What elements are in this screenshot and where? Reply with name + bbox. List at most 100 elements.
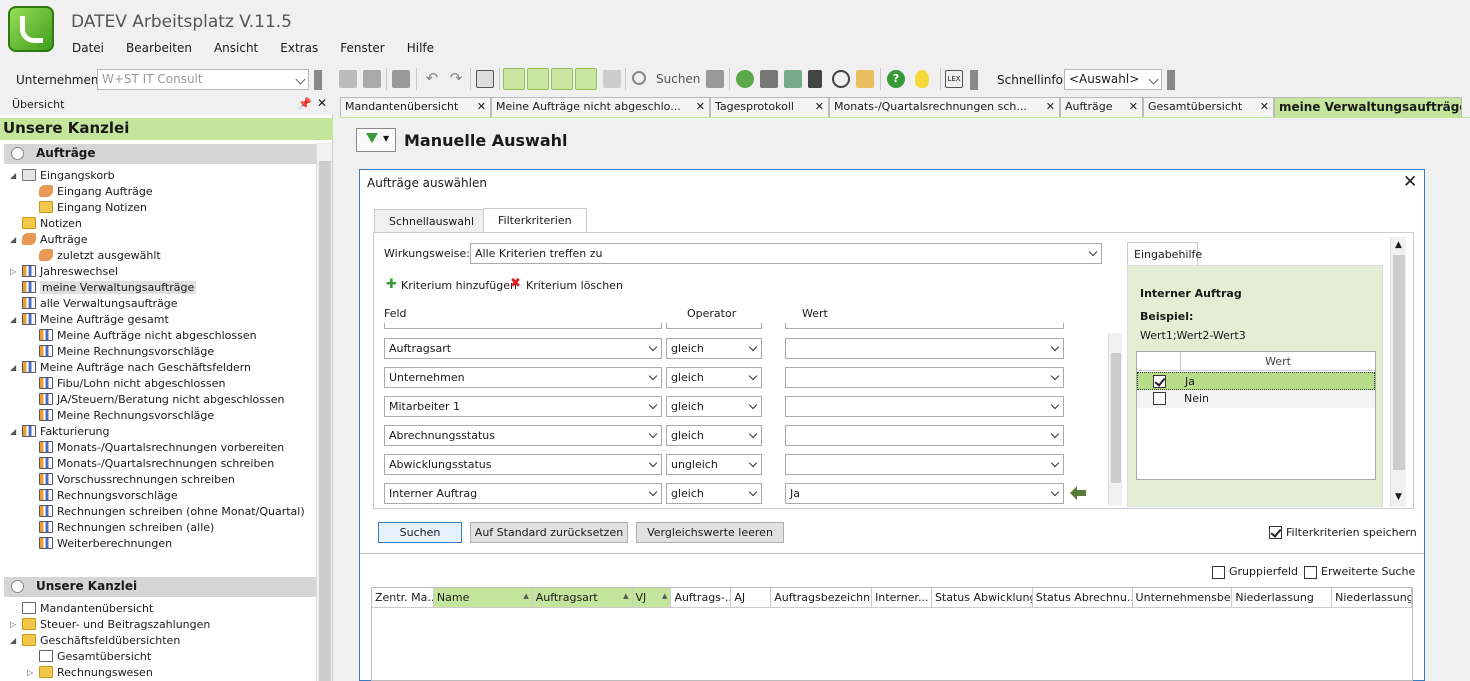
tree-item[interactable]: Fibu/Lohn nicht abgeschlossen bbox=[10, 375, 315, 391]
grid-column-header[interactable]: Interner... bbox=[872, 588, 932, 607]
expander-icon[interactable]: ▷ bbox=[10, 620, 22, 629]
tree-view-icon[interactable] bbox=[503, 68, 525, 90]
close-icon[interactable]: ✕ bbox=[317, 96, 327, 110]
new-document-icon[interactable] bbox=[339, 70, 357, 88]
help-scrollbar[interactable]: ▲ ▼ bbox=[1390, 237, 1406, 507]
menu-ansicht[interactable]: Ansicht bbox=[214, 41, 258, 55]
copy-icon[interactable] bbox=[476, 70, 494, 88]
tree-item[interactable]: Monats-/Quartalsrechnungen vorbereiten bbox=[10, 439, 315, 455]
grid-column-header[interactable]: Auftragsbezeichn... bbox=[771, 588, 873, 607]
left-scrollbar[interactable] bbox=[316, 143, 332, 681]
scrollbar-thumb[interactable] bbox=[1111, 353, 1121, 483]
grid-column-header[interactable]: Status Abwicklung bbox=[932, 588, 1033, 607]
expander-icon[interactable]: ◢ bbox=[10, 636, 22, 645]
operator-combo[interactable]: gleich bbox=[666, 338, 762, 359]
toolbar-grip-icon[interactable] bbox=[314, 70, 322, 90]
refresh-icon[interactable] bbox=[736, 70, 754, 88]
tab-schnellauswahl[interactable]: Schnellauswahl bbox=[374, 209, 490, 233]
close-tab-icon[interactable]: ✕ bbox=[696, 100, 705, 113]
save-filter-checkbox[interactable] bbox=[1269, 526, 1282, 539]
dialog-close-button[interactable]: ✕ bbox=[1403, 172, 1417, 192]
grid-column-header[interactable]: Niederlassung bbox=[1232, 588, 1333, 607]
group-kanzlei-header[interactable]: Unsere Kanzlei bbox=[4, 577, 316, 597]
tree-item[interactable]: ▷ Jahreswechsel bbox=[10, 263, 315, 279]
tree-item[interactable]: Meine Rechnungsvorschläge bbox=[10, 407, 315, 423]
operator-combo[interactable]: gleich bbox=[666, 367, 762, 388]
wert-combo[interactable]: Ja bbox=[785, 483, 1064, 504]
lightbulb-icon[interactable] bbox=[915, 70, 929, 88]
stopwatch-icon[interactable] bbox=[832, 70, 850, 88]
lexinform-icon[interactable]: LEX bbox=[945, 70, 963, 88]
grid-column-header[interactable]: AJ bbox=[731, 588, 772, 607]
save-icon[interactable] bbox=[363, 70, 381, 88]
wert-combo[interactable] bbox=[785, 425, 1064, 446]
criteria-scrollbar[interactable] bbox=[1108, 333, 1122, 505]
tab-eingabehilfe[interactable]: Eingabehilfe bbox=[1127, 242, 1202, 266]
tree-item[interactable]: Weiterberechnungen bbox=[10, 535, 315, 551]
menu-extras[interactable]: Extras bbox=[280, 41, 318, 55]
close-tab-icon[interactable]: ✕ bbox=[815, 100, 824, 113]
checkbox-nein[interactable] bbox=[1153, 392, 1166, 405]
close-tab-icon[interactable]: ✕ bbox=[1129, 100, 1138, 113]
delete-criterion-button[interactable]: Kriterium löschen bbox=[526, 279, 623, 292]
grid-column-header[interactable]: VJ ▲ bbox=[632, 588, 672, 607]
reset-default-button[interactable]: Auf Standard zurücksetzen bbox=[470, 522, 628, 543]
chevron-collapse-icon[interactable] bbox=[11, 580, 24, 593]
scroll-up-icon[interactable]: ▲ bbox=[1395, 240, 1402, 250]
close-tab-icon[interactable]: ✕ bbox=[1046, 100, 1055, 113]
operator-combo[interactable]: ungleich bbox=[666, 454, 762, 475]
grid-column-header[interactable]: Name ▲ bbox=[433, 588, 533, 607]
tree-item[interactable]: Meine Aufträge nicht abgeschlossen bbox=[10, 327, 315, 343]
details-icon[interactable] bbox=[603, 70, 621, 88]
calculator-icon[interactable] bbox=[808, 70, 822, 88]
extended-search-checkbox[interactable] bbox=[1304, 566, 1317, 579]
menu-bearbeiten[interactable]: Bearbeiten bbox=[126, 41, 192, 55]
toolbar-grip-icon[interactable] bbox=[970, 70, 978, 90]
tree-item[interactable]: ◢ Aufträge bbox=[10, 231, 315, 247]
expander-icon[interactable]: ◢ bbox=[10, 235, 22, 244]
filter-button[interactable]: ▼ bbox=[356, 128, 396, 152]
tree-item[interactable]: Mandantenübersicht bbox=[10, 600, 315, 616]
grid-column-header[interactable]: Auftragsart ▲ bbox=[532, 588, 633, 607]
menu-datei[interactable]: Datei bbox=[72, 41, 104, 55]
tab-document[interactable]: meine Verwaltungsaufträge bbox=[1274, 97, 1462, 117]
grid-column-header[interactable]: Niederlassungs bbox=[1332, 588, 1412, 607]
tree-item[interactable]: meine Verwaltungsaufträge bbox=[10, 279, 315, 295]
tab-document[interactable]: Meine Aufträge nicht abgeschlo... ✕ bbox=[491, 97, 710, 117]
schnellinfo-combo[interactable]: <Auswahl> bbox=[1064, 69, 1162, 90]
tree-item[interactable]: Eingang Notizen bbox=[10, 199, 315, 215]
tree-item[interactable]: Gesamtübersicht bbox=[10, 648, 315, 664]
feld-combo[interactable]: Abwicklungsstatus bbox=[384, 454, 662, 475]
add-criterion-button[interactable]: Kriterium hinzufügen bbox=[401, 279, 517, 292]
tree-item[interactable]: ◢ Eingangskorb bbox=[10, 167, 315, 183]
print-icon[interactable] bbox=[392, 70, 410, 88]
tab-document[interactable]: Aufträge ✕ bbox=[1060, 97, 1143, 117]
expander-icon[interactable]: ▷ bbox=[10, 267, 22, 276]
group-auftraege-header[interactable]: Aufträge bbox=[4, 144, 316, 164]
tree-item[interactable]: ◢ Geschäftsfeldübersichten bbox=[10, 632, 315, 648]
document-stack-icon[interactable] bbox=[784, 70, 802, 88]
zoom-view-icon[interactable] bbox=[551, 68, 573, 90]
tab-document[interactable]: Tagesprotokoll ✕ bbox=[710, 97, 829, 117]
search-button[interactable]: Suchen bbox=[656, 72, 700, 86]
tree-item[interactable]: Vorschussrechnungen schreiben bbox=[10, 471, 315, 487]
tree-item[interactable]: ◢ Meine Aufträge gesamt bbox=[10, 311, 315, 327]
wert-combo[interactable] bbox=[785, 338, 1064, 359]
feld-combo[interactable]: Unternehmen bbox=[384, 367, 662, 388]
search-button[interactable]: Suchen bbox=[378, 522, 462, 543]
operator-combo[interactable]: gleich bbox=[666, 425, 762, 446]
menu-hilfe[interactable]: Hilfe bbox=[407, 41, 434, 55]
scrollbar-thumb[interactable] bbox=[1393, 255, 1405, 470]
balance-icon[interactable] bbox=[760, 70, 778, 88]
tree-item[interactable]: ◢ Meine Aufträge nach Geschäftsfeldern bbox=[10, 359, 315, 375]
printer-settings-icon[interactable] bbox=[706, 70, 724, 88]
results-grid[interactable]: Zentr. Ma... Name ▲ Auftragsart ▲ VJ ▲ Auftrags… bbox=[371, 587, 1413, 681]
redo-icon[interactable]: ↷ bbox=[447, 70, 465, 88]
expander-icon[interactable]: ◢ bbox=[10, 315, 22, 324]
tree-item[interactable]: zuletzt ausgewählt bbox=[10, 247, 315, 263]
help-row-nein[interactable]: Nein bbox=[1137, 390, 1375, 408]
menu-fenster[interactable]: Fenster bbox=[340, 41, 385, 55]
feld-combo[interactable]: Auftragsart bbox=[384, 338, 662, 359]
tree-item[interactable]: Rechnungen schreiben (alle) bbox=[10, 519, 315, 535]
tab-document[interactable]: Mandantenübersicht ✕ bbox=[340, 97, 491, 117]
